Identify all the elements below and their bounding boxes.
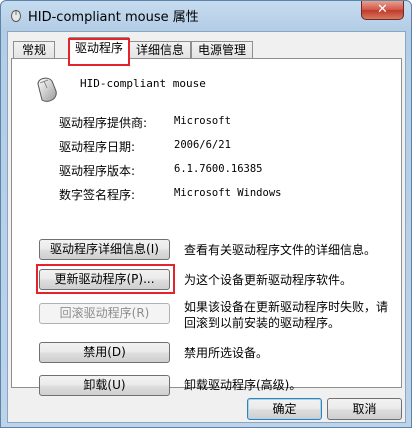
digital-signer-label: 数字签名程序: [59,188,136,202]
rollback-driver-description-line1: 如果该设备在更新驱动程序时失败，请 [184,300,389,314]
driver-date-value: 2006/6/21 [174,139,231,151]
tab-general[interactable]: 常规 [13,41,55,58]
mouse-icon [11,10,21,22]
title-bar[interactable]: HID-compliant mouse 属性 ✕ [1,1,411,29]
properties-dialog: HID-compliant mouse 属性 ✕ 常规 驱动程序 详细信息 电源… [0,0,412,428]
update-driver-description: 为这个设备更新驱动程序软件。 [184,273,353,287]
update-driver-button[interactable]: 更新驱动程序(P)... [39,269,170,290]
disable-device-button[interactable]: 禁用(D) [39,342,170,363]
driver-version-label: 驱动程序版本: [59,164,136,178]
driver-tab-panel: HID-compliant mouse 驱动程序提供商: Microsoft 驱… [11,58,402,396]
ok-button[interactable]: 确定 [247,398,322,420]
mouse-icon [37,77,57,102]
driver-provider-value: Microsoft [174,115,231,127]
tab-driver[interactable]: 驱动程序 [69,37,129,59]
tab-power-management[interactable]: 电源管理 [191,41,253,58]
device-name: HID-compliant mouse [80,77,206,90]
cancel-button[interactable]: 取消 [327,398,402,420]
window-title: HID-compliant mouse 属性 [28,10,199,25]
tab-details[interactable]: 详细信息 [129,41,191,58]
dialog-client-area: 常规 驱动程序 详细信息 电源管理 HID-compliant mouse 驱动… [7,31,406,423]
disable-device-description: 禁用所选设备。 [184,346,269,360]
rollback-driver-description-line2: 回滚到以前安装的驱动程序。 [184,316,341,330]
uninstall-driver-button[interactable]: 卸载(U) [39,375,170,396]
uninstall-driver-description: 卸载驱动程序(高级)。 [184,378,302,392]
driver-version-value: 6.1.7600.16385 [174,163,263,175]
driver-details-description: 查看有关驱动程序文件的详细信息。 [184,243,377,257]
driver-details-button[interactable]: 驱动程序详细信息(I) [39,239,170,260]
close-icon: ✕ [377,2,388,17]
driver-provider-label: 驱动程序提供商: [59,116,148,130]
close-button[interactable]: ✕ [361,1,404,20]
digital-signer-value: Microsoft Windows [174,187,282,199]
driver-date-label: 驱动程序日期: [59,140,136,154]
rollback-driver-button[interactable]: 回滚驱动程序(R) [39,303,170,324]
